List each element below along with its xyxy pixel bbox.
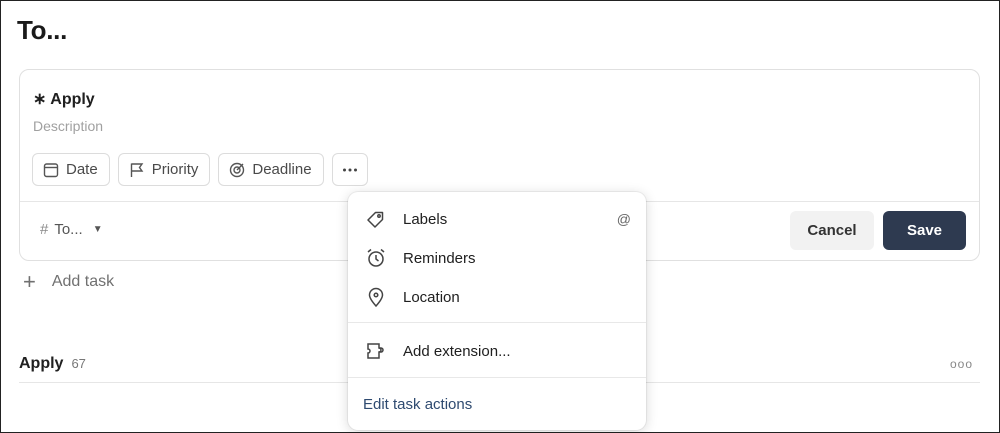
edit-task-actions-link[interactable]: Edit task actions — [363, 396, 472, 413]
menu-item-add-extension-label: Add extension... — [403, 342, 511, 360]
menu-item-reminders[interactable]: Reminders — [348, 240, 646, 276]
project-selector[interactable]: # To... ▼ — [40, 221, 103, 238]
section-count: 67 — [71, 356, 86, 371]
cancel-button[interactable]: Cancel — [790, 211, 874, 250]
date-button-label: Date — [66, 161, 98, 178]
alarm-clock-icon — [367, 248, 385, 267]
task-attribute-chips: Date Priority Deadline — [32, 153, 368, 186]
save-button[interactable]: Save — [883, 211, 966, 250]
menu-item-reminders-label: Reminders — [403, 249, 476, 267]
puzzle-icon — [367, 343, 384, 359]
section-more-button[interactable]: ooo — [950, 357, 973, 371]
hash-icon: # — [40, 221, 49, 238]
section-title: Apply — [19, 355, 64, 372]
priority-button[interactable]: Priority — [117, 153, 211, 186]
project-selector-label: To... — [54, 221, 83, 238]
menu-item-location[interactable]: Location — [348, 279, 646, 315]
calendar-icon — [43, 162, 59, 177]
menu-item-labels-label: Labels — [403, 210, 448, 228]
task-name-input[interactable]: ∗ Apply — [33, 89, 95, 109]
add-task-button[interactable]: + Add task — [23, 271, 114, 293]
target-icon — [230, 162, 245, 177]
more-actions-menu: Labels @ Reminders Location Add extensio… — [348, 192, 646, 430]
menu-separator — [348, 377, 646, 378]
more-horizontal-icon — [342, 168, 357, 171]
priority-button-label: Priority — [151, 161, 199, 178]
menu-item-location-label: Location — [403, 288, 460, 306]
deadline-button[interactable]: Deadline — [218, 153, 324, 186]
add-task-label: Add task — [51, 273, 115, 290]
menu-item-labels-shortcut: @ — [616, 211, 631, 227]
tag-icon — [367, 211, 384, 228]
plus-icon: + — [23, 269, 36, 294]
section-header: Apply 67 — [19, 355, 86, 373]
menu-item-add-extension[interactable]: Add extension... — [348, 333, 646, 369]
date-button[interactable]: Date — [32, 153, 110, 186]
location-pin-icon — [368, 287, 384, 308]
task-description-input[interactable]: Description — [33, 118, 103, 134]
flag-icon — [130, 162, 144, 177]
deadline-button-label: Deadline — [252, 161, 312, 178]
more-actions-button[interactable] — [331, 153, 368, 186]
menu-separator — [348, 322, 646, 323]
page-title: To... — [17, 15, 68, 45]
caret-down-icon: ▼ — [92, 224, 103, 235]
menu-item-labels[interactable]: Labels @ — [348, 201, 646, 237]
